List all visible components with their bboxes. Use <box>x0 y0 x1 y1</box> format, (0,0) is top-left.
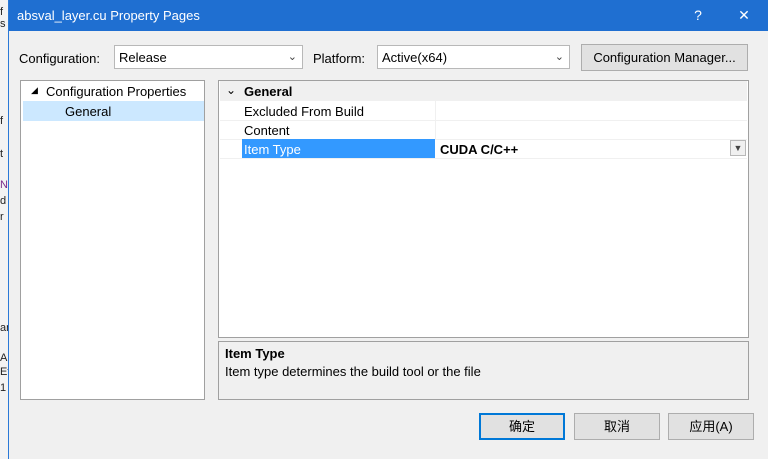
property-row-item-type[interactable]: Item Type CUDA C/C++ ▼ <box>220 139 747 159</box>
description-text: Item type determines the build tool or t… <box>225 364 481 379</box>
collapse-triangle-icon[interactable]: ◢ <box>31 85 38 96</box>
tree-item-configuration-properties[interactable]: Configuration Properties <box>46 84 186 99</box>
column-divider <box>435 101 436 120</box>
property-row-content[interactable]: Content <box>220 120 747 140</box>
background-text: f <box>0 6 4 18</box>
close-button[interactable]: ✕ <box>724 0 764 31</box>
configuration-value: Release <box>119 50 167 65</box>
description-panel: Item Type Item type determines the build… <box>218 341 749 400</box>
background-text: 1 <box>0 382 7 394</box>
property-value[interactable]: CUDA C/C++ <box>440 142 518 157</box>
window-title: absval_layer.cu Property Pages <box>17 8 200 23</box>
column-divider <box>435 120 436 139</box>
property-pages-dialog: absval_layer.cu Property Pages ? ✕ Confi… <box>8 0 768 459</box>
category-row[interactable]: ⌄ General <box>220 81 747 101</box>
property-row-excluded-from-build[interactable]: Excluded From Build <box>220 101 747 121</box>
background-text: t <box>0 148 4 160</box>
chevron-down-icon: ⌄ <box>554 51 564 63</box>
ok-button[interactable]: 确定 <box>479 413 565 440</box>
chevron-down-icon: ⌄ <box>287 51 297 63</box>
cancel-button[interactable]: 取消 <box>574 413 660 440</box>
configuration-dropdown[interactable]: Release ⌄ <box>114 45 303 69</box>
background-text: r <box>0 211 4 223</box>
configuration-label: Configuration: <box>19 51 100 66</box>
property-grid: ⌄ General Excluded From Build Content It… <box>218 80 749 338</box>
apply-button[interactable]: 应用(A) <box>668 413 754 440</box>
tree-item-general[interactable]: General <box>65 104 111 119</box>
background-text: A <box>0 352 8 364</box>
configuration-manager-button[interactable]: Configuration Manager... <box>581 44 748 71</box>
tree-selection-highlight <box>23 101 204 121</box>
background-text: s <box>0 18 6 30</box>
help-button[interactable]: ? <box>678 0 718 31</box>
title-bar[interactable]: absval_layer.cu Property Pages ? ✕ <box>9 0 768 31</box>
property-name: Excluded From Build <box>244 104 364 119</box>
background-text: d <box>0 195 7 207</box>
property-name: Content <box>244 123 290 138</box>
chevron-down-icon[interactable]: ▼ <box>730 140 746 156</box>
property-tree: ◢ Configuration Properties General <box>20 80 205 400</box>
background-text: N <box>0 179 8 191</box>
description-title: Item Type <box>225 346 285 361</box>
platform-label: Platform: <box>313 51 366 66</box>
platform-value: Active(x64) <box>382 50 448 65</box>
chevron-down-icon[interactable]: ⌄ <box>226 83 236 97</box>
property-name: Item Type <box>244 142 301 157</box>
background-text: f <box>0 115 4 127</box>
platform-dropdown[interactable]: Active(x64) ⌄ <box>377 45 570 69</box>
category-label: General <box>244 84 293 99</box>
